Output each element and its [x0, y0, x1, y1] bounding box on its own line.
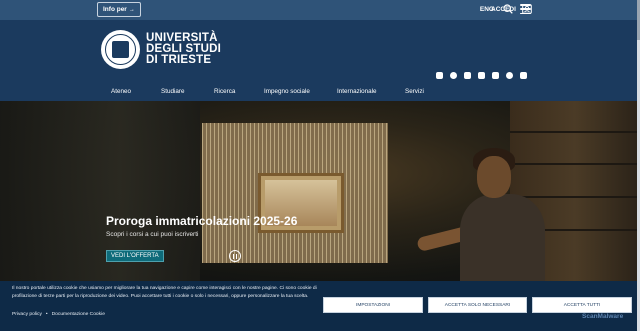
separator-dot: • — [45, 312, 48, 317]
rss-icon[interactable] — [520, 72, 527, 79]
youtube-icon[interactable] — [478, 72, 485, 79]
top-bar: Info per → ENG ACCEDI — [0, 0, 640, 20]
facebook-icon[interactable] — [450, 72, 457, 79]
university-seal-logo[interactable] — [101, 30, 140, 69]
nav-studiare[interactable]: Studiare — [161, 88, 184, 95]
hero-subtitle: Scopri i corsi a cui puoi iscriverti — [106, 231, 199, 238]
main-nav: Ateneo Studiare Ricerca Impegno sociale … — [0, 88, 640, 100]
hero-cta-button[interactable]: VEDI L'OFFERTA — [106, 250, 164, 262]
x-icon[interactable] — [492, 72, 499, 79]
logo-line-3: DI TRIESTE — [146, 54, 212, 66]
threads-icon[interactable] — [506, 72, 513, 79]
nav-internazionale[interactable]: Internazionale — [337, 88, 377, 95]
info-per-button[interactable]: Info per → — [97, 2, 141, 17]
site-header: UNIVERSITÀ DEGLI STUDI DI TRIESTE Ateneo… — [0, 20, 640, 101]
social-links — [436, 72, 527, 79]
scanmalware-watermark: ScanMalware — [582, 313, 624, 320]
accept-all-button[interactable]: ACCETTA TUTTI — [532, 297, 632, 313]
cookie-text: Il nostro portale utilizza cookie che us… — [12, 286, 317, 299]
university-name-logo[interactable]: UNIVERSITÀ DEGLI STUDI DI TRIESTE — [146, 32, 221, 66]
cookie-banner: Il nostro portale utilizza cookie che us… — [0, 281, 640, 331]
hamburger-menu-icon[interactable] — [520, 4, 531, 15]
cookie-settings-button[interactable]: IMPOSTAZIONI — [323, 297, 423, 313]
hero-bg-shelf-left — [0, 101, 200, 281]
hero-bg-person — [416, 146, 545, 281]
nav-ateneo[interactable]: Ateneo — [111, 88, 131, 95]
accept-necessary-button[interactable]: ACCETTA SOLO NECESSARI — [428, 297, 527, 313]
info-per-label: Info per — [103, 6, 127, 13]
nav-impegno-sociale[interactable]: Impegno sociale — [264, 88, 310, 95]
cookie-links: Privacy policy • Documentazione Cookie — [12, 312, 105, 317]
linkedin-icon[interactable] — [464, 72, 471, 79]
instagram-icon[interactable] — [436, 72, 443, 79]
privacy-policy-link[interactable]: Privacy policy — [12, 312, 42, 317]
arrow-right-icon: → — [128, 6, 135, 13]
nav-servizi[interactable]: Servizi — [405, 88, 424, 95]
login-link[interactable]: ACCEDI — [491, 6, 516, 13]
pause-icon[interactable] — [229, 250, 241, 262]
nav-ricerca[interactable]: Ricerca — [214, 88, 235, 95]
hero-banner: Proroga immatricolazioni 2025-26 Scopri … — [0, 101, 640, 281]
cookie-docs-link[interactable]: Documentazione Cookie — [52, 312, 105, 317]
hero-title: Proroga immatricolazioni 2025-26 — [106, 214, 298, 228]
